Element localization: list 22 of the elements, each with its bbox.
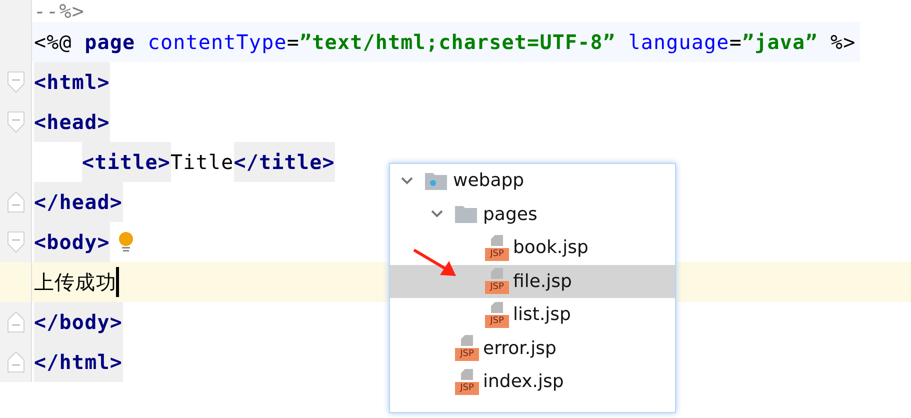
fold-marker-icon[interactable] [6,230,24,254]
pointer-arrow [412,248,458,278]
lightbulb-icon[interactable] [118,231,134,253]
code-line: 上传成功 [32,262,120,302]
chevron-icon[interactable] [400,176,414,186]
tree-item[interactable]: webapp [390,164,675,198]
tree-item[interactable]: JSP error.jsp [390,332,675,365]
code-line: --%> [33,0,85,22]
tree-item[interactable]: JSP book.jsp [390,231,675,264]
code-line: <title>Title</title> [32,142,335,182]
tree-item[interactable]: JSP list.jsp [390,298,675,332]
folder-icon [455,205,477,224]
fold-marker-icon[interactable] [6,310,24,334]
fold-marker-icon[interactable] [6,110,24,134]
fold-marker-icon[interactable] [6,190,24,214]
fold-marker-icon[interactable] [6,350,24,374]
chevron-icon[interactable] [430,209,444,220]
tree-item[interactable]: pages [390,198,675,231]
tree-item[interactable]: JSP file.jsp [390,264,675,298]
tree-item[interactable]: JSP index.jsp [390,365,675,398]
folder-icon [425,172,447,190]
fold-marker-icon[interactable] [6,70,24,94]
